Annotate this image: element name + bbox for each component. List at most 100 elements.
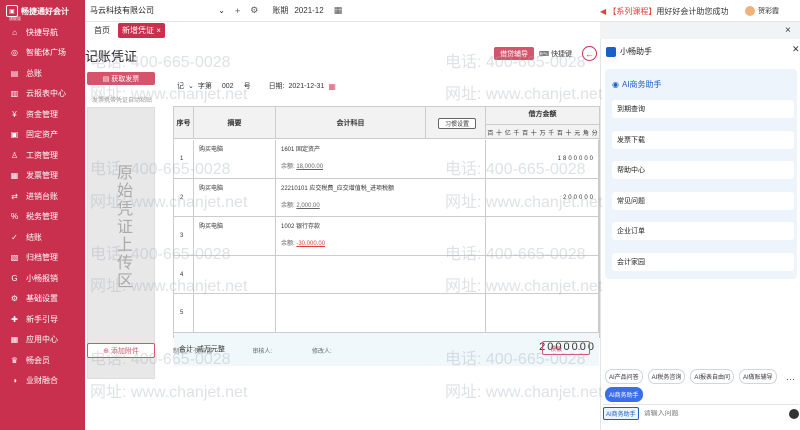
sidebar-item[interactable]: ♙ 工资管理 (0, 145, 85, 166)
sidebar-item[interactable]: ⌂ 快捷导航 (0, 22, 85, 43)
voucher-type[interactable]: 记 (177, 81, 184, 91)
company-selector[interactable]: 马云科技有限公司 ⌄ (90, 5, 225, 16)
close-icon[interactable]: × (156, 26, 161, 35)
send-icon[interactable] (789, 409, 799, 419)
template-label: 模板 (550, 346, 563, 353)
debit-amount-cell[interactable] (486, 255, 599, 294)
user-menu[interactable]: 贺彩霞 (745, 6, 779, 16)
get-invoice-label: 获取发票 (111, 75, 140, 83)
apps-icon: ▦ (10, 335, 19, 345)
sidebar-item[interactable]: ▥ 云报表中心 (0, 84, 85, 105)
summary-cell[interactable] (194, 255, 276, 294)
summary-cell[interactable] (194, 294, 276, 333)
ai-option[interactable]: 常见问题 (612, 191, 794, 210)
back-arrow-icon[interactable]: ← (582, 46, 597, 61)
ai-option[interactable]: 到期查询 (612, 100, 794, 118)
account-cell[interactable] (276, 294, 486, 333)
ai-option[interactable]: 会计家园 (612, 252, 794, 271)
digit-label: 千 (513, 130, 520, 137)
ai-option[interactable]: 帮助中心 (612, 161, 794, 179)
tab-new-voucher[interactable]: 新增凭证 × (118, 23, 165, 38)
digit-label: 百 (487, 130, 494, 137)
calendar-icon[interactable]: ▦ (334, 5, 343, 16)
robot-icon: ◉ (612, 80, 619, 89)
table-row: 3 购买电脑 1002 银行存款 余额: -30,000.00 (174, 217, 599, 256)
debit-amount-cell[interactable]: 1800000 (486, 140, 599, 179)
balance-value[interactable]: 18,000.00 (296, 164, 323, 170)
member-icon: ♛ (10, 355, 19, 365)
debit-amount-cell[interactable]: 200000 (486, 178, 599, 217)
debit-amount-cell[interactable] (486, 294, 599, 333)
summary-cell[interactable]: 购买电脑 (194, 217, 276, 256)
digit-ruler: 百十亿千百十万千百十元角分 (486, 124, 599, 139)
sidebar-item[interactable]: ¥ 资金管理 (0, 104, 85, 125)
ai-question-input[interactable] (643, 410, 774, 417)
sidebar-item-label: 工资管理 (26, 150, 58, 160)
home-icon: ⌂ (12, 27, 17, 37)
ai-icon: ◎ (11, 48, 18, 58)
gear-icon[interactable]: ⚙ (250, 5, 258, 16)
chevron-down-icon: ⌄ (576, 345, 582, 352)
calendar-icon[interactable]: ▦ (328, 82, 336, 91)
sidebar-item[interactable]: ▦ 发票管理 (0, 166, 85, 187)
notice-tag: 【系列课程】 (608, 7, 657, 16)
digit-label: 十 (496, 130, 503, 137)
account-cell[interactable] (276, 255, 486, 294)
voucher-date[interactable]: 2021-12-31 (289, 83, 325, 90)
sidebar-item[interactable]: ✓ 结账 (0, 227, 85, 248)
sidebar-item[interactable]: ▦ 应用中心 (0, 330, 85, 351)
aux-guide-button[interactable]: 借贷辅导 (494, 47, 534, 60)
ai-mode-chip[interactable]: AI产品问答 (605, 369, 643, 384)
ai-mode-chip[interactable]: AI税务咨询 (647, 369, 686, 384)
settings-icon: ⚙ (10, 294, 19, 304)
ai-assistant-panel: × 小畅助手 ✕ ◉ AI商务助手 到期查询 发票下载 帮助中心 常见问题 企业订单 会计… (600, 25, 800, 430)
template-button[interactable]: 模板 ⌄ (542, 341, 590, 355)
digit-label: 百 (522, 130, 529, 137)
ai-mode-chip[interactable]: AI商务助手 (605, 387, 643, 402)
balance: 余额: -30,000.00 (281, 238, 325, 247)
voucher-number[interactable]: 002 (222, 83, 234, 90)
summary-cell[interactable]: 购买电脑 (194, 178, 276, 217)
sidebar-item[interactable]: ◑ 业财融合 (0, 371, 85, 392)
more-icon[interactable]: ··· (786, 374, 795, 384)
sidebar-item[interactable]: ♛ 畅会员 (0, 350, 85, 371)
user-name: 贺彩霞 (758, 8, 779, 15)
sidebar-item[interactable]: G 小畅报销 (0, 268, 85, 289)
ai-mode-chip[interactable]: AI做账辅导 (739, 369, 777, 384)
sidebar-item[interactable]: ⚙ 基础设置 (0, 289, 85, 310)
close-icon[interactable]: × (785, 25, 791, 36)
ai-option[interactable]: 企业订单 (612, 222, 794, 240)
voucher-header: 记 ⌄ 字第 002 号 日期: 2021-12-31 ▦ (177, 81, 336, 91)
balance-value[interactable]: 2,000.00 (296, 203, 319, 209)
add-attachment-button[interactable]: ⊕ 添加附件 (87, 343, 155, 358)
quick-key-button[interactable]: ⌨ 快捷键 (539, 49, 572, 59)
summary-cell[interactable]: 购买电脑 (194, 140, 276, 179)
sidebar-item[interactable]: ✚ 新手引导 (0, 309, 85, 330)
account-cell[interactable]: 1002 银行存款 余额: -30,000.00 (276, 217, 486, 256)
table-row: 1 购买电脑 1601 固定资产 余额: 18,000.00 1800000 (174, 140, 599, 179)
ai-input-tag[interactable]: AI商务助手 (603, 407, 639, 420)
sidebar-item[interactable]: ▧ 归档管理 (0, 248, 85, 269)
close-icon[interactable]: ✕ (792, 44, 800, 55)
sidebar-item[interactable]: ◎ 智能体广场 (0, 43, 85, 64)
sidebar-item[interactable]: ▤ 总账 (0, 63, 85, 84)
original-voucher-upload-area[interactable]: 原始凭证上传区 (87, 107, 155, 379)
add-icon[interactable]: + (235, 6, 240, 16)
notice-banner[interactable]: ◀ 【系列课程】用好好会计助您成功 (600, 6, 728, 17)
tab-home[interactable]: 首页 (90, 23, 114, 38)
sidebar-item[interactable]: ▣ 固定资产 (0, 125, 85, 146)
balance-value[interactable]: -30,000.00 (296, 241, 325, 247)
maker-label: 制单人: 贺彩霞 (173, 349, 213, 355)
ai-mode-chip[interactable]: AI报表自由问 (690, 369, 735, 384)
get-invoice-button[interactable]: ▤ 获取发票 (87, 72, 155, 85)
sidebar-item[interactable]: % 税务管理 (0, 207, 85, 228)
account-cell[interactable]: 1601 固定资产 余额: 18,000.00 (276, 140, 486, 179)
habit-settings-button[interactable]: 习惯设置 (438, 118, 476, 129)
period-value[interactable]: 2021-12 (294, 6, 323, 15)
debit-amount-cell[interactable] (486, 217, 599, 256)
row-number: 2 (174, 178, 194, 217)
sidebar-item[interactable]: ⇄ 进销台账 (0, 186, 85, 207)
ai-option[interactable]: 发票下载 (612, 130, 794, 149)
account-cell[interactable]: 22210101 应交税费_应交增值税_进项税额 余额: 2,000.00 (276, 178, 486, 217)
chevron-down-icon[interactable]: ⌄ (188, 82, 194, 90)
